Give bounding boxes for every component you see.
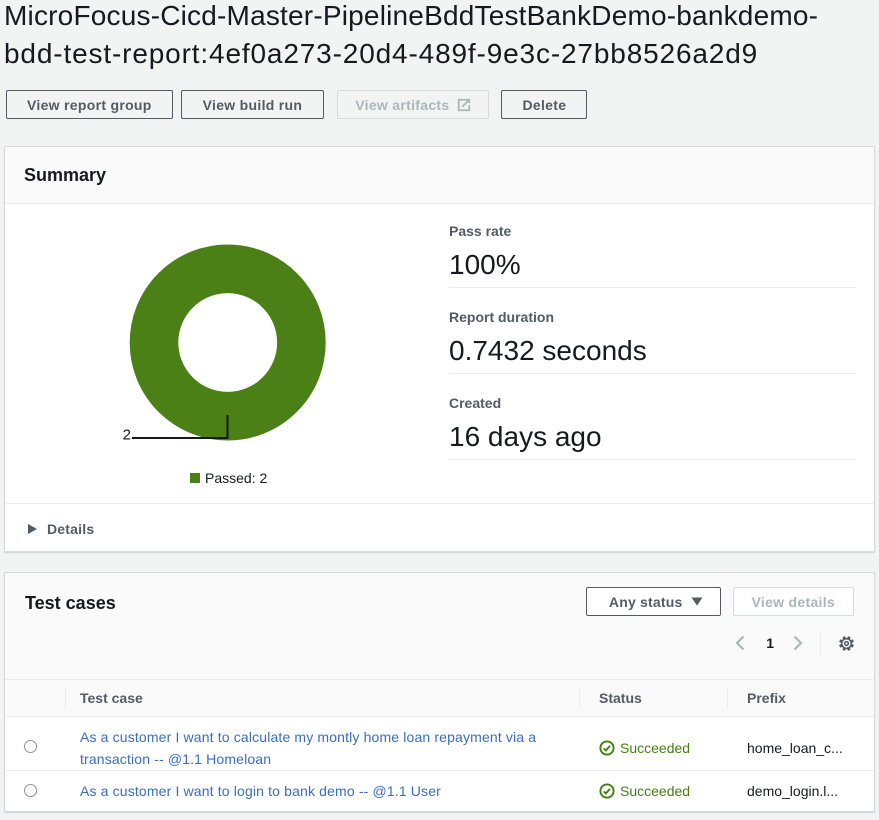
svg-text:2: 2	[123, 427, 131, 444]
